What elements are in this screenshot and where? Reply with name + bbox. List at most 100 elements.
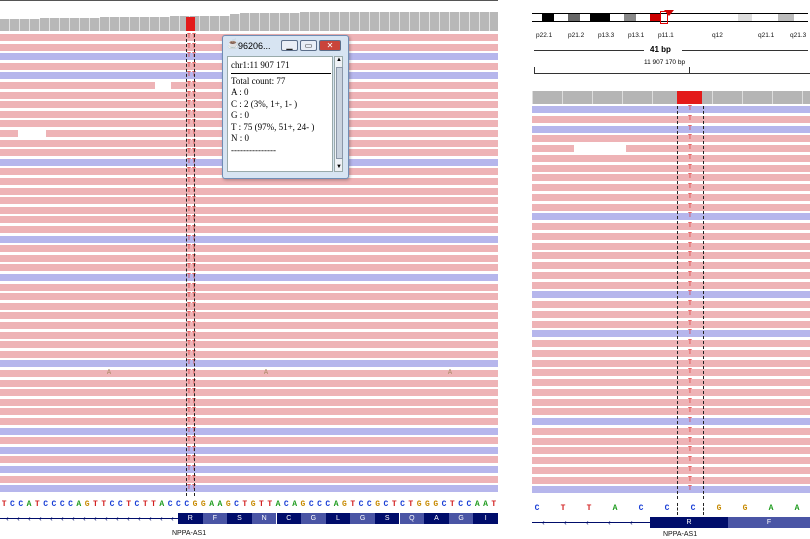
cytoband[interactable]	[542, 13, 554, 22]
read-bar[interactable]	[532, 379, 810, 386]
read-bar[interactable]	[532, 388, 810, 396]
read-bar[interactable]	[532, 262, 810, 269]
read-bar[interactable]	[0, 283, 498, 291]
read-bar[interactable]	[532, 232, 810, 240]
scroll-up-icon[interactable]: ▲	[336, 57, 342, 64]
read-bar[interactable]	[532, 398, 810, 406]
cytoband[interactable]	[752, 13, 778, 22]
cytoband[interactable]	[624, 13, 636, 22]
cytoband[interactable]	[650, 13, 660, 22]
gene-track[interactable]: ‹ ‹ ‹ ‹ ‹ ‹ ‹ ‹ ‹ ‹ ‹ ‹ ‹ ‹ ‹ ‹ R F S N C G L G S Q A G I	[0, 513, 498, 525]
read-bar[interactable]	[0, 341, 498, 349]
read-bar[interactable]	[0, 235, 498, 243]
read-bar[interactable]	[0, 187, 498, 195]
read-bar[interactable]	[0, 312, 498, 320]
read-bar[interactable]	[0, 264, 498, 272]
cytoband[interactable]	[670, 13, 738, 22]
read-bar[interactable]	[532, 330, 810, 338]
coverage-track[interactable]	[0, 0, 498, 33]
read-bar[interactable]	[0, 475, 498, 483]
read-bar[interactable]	[0, 408, 498, 416]
read-bar[interactable]	[532, 447, 810, 455]
cytoband[interactable]	[636, 13, 650, 22]
read-bar[interactable]	[532, 164, 810, 172]
read-bar[interactable]	[532, 223, 810, 230]
read-bar[interactable]	[532, 427, 810, 435]
cytoband[interactable]	[794, 13, 808, 22]
read-bar[interactable]	[532, 301, 810, 308]
cytoband[interactable]	[532, 13, 542, 22]
read-bar[interactable]	[0, 245, 498, 253]
read-bar[interactable]	[0, 322, 498, 329]
read-bar[interactable]	[532, 310, 810, 318]
cytoband[interactable]	[568, 13, 580, 22]
read-bar[interactable]	[0, 226, 498, 233]
read-bar[interactable]	[532, 281, 810, 289]
read-bar[interactable]	[0, 379, 498, 387]
close-button[interactable]: ✕	[319, 40, 341, 51]
coverage-track[interactable]	[532, 91, 810, 106]
read-bar[interactable]	[0, 206, 498, 214]
read-bar[interactable]	[0, 254, 498, 262]
chromosome-ideogram[interactable]: p22.1 p21.2 p13.3 p13.1 p11.1 q12 q21.1 q21.3	[532, 0, 810, 42]
read-bar[interactable]	[532, 106, 810, 113]
read-bar[interactable]	[0, 418, 498, 425]
read-bar[interactable]	[532, 135, 810, 143]
read-bar[interactable]	[0, 427, 498, 435]
read-bar[interactable]	[532, 408, 810, 416]
read-bar[interactable]	[532, 154, 810, 162]
read-bar[interactable]	[0, 456, 498, 464]
read-bar[interactable]	[532, 213, 810, 221]
read-bar[interactable]	[0, 437, 498, 445]
coverage-mismatch-bar[interactable]	[186, 17, 195, 31]
right-alignment-panel[interactable]: p22.1 p21.2 p13.3 p13.1 p11.1 q12 q21.1 q21.3 4…	[532, 0, 810, 539]
read-bar[interactable]	[0, 216, 498, 224]
read-bar[interactable]	[532, 193, 810, 201]
read-bar[interactable]	[532, 174, 810, 182]
read-bar[interactable]	[0, 466, 498, 473]
maximize-button[interactable]: ▭	[300, 40, 317, 51]
read-alignments[interactable]: TTTTTTTTTTTTTTTTTTTTTTTTTTTTTTTTTTTTTTTT	[532, 106, 810, 499]
read-bar[interactable]	[532, 203, 810, 211]
read-bar[interactable]	[0, 398, 498, 406]
coverage-mismatch-bar[interactable]	[677, 91, 702, 104]
read-bar[interactable]	[532, 349, 810, 357]
read-bar[interactable]	[532, 291, 810, 299]
read-bar[interactable]	[0, 485, 498, 493]
read-bar[interactable]	[0, 446, 498, 454]
popup-scrollbar[interactable]: ▲ ▼	[334, 56, 343, 172]
read-bar[interactable]	[532, 271, 810, 279]
read-bar[interactable]	[532, 184, 810, 191]
read-bar[interactable]	[532, 320, 810, 328]
scroll-thumb[interactable]	[336, 67, 343, 159]
cytoband[interactable]	[554, 13, 568, 22]
read-bar[interactable]	[0, 274, 498, 281]
read-bar[interactable]	[532, 466, 810, 474]
read-bar[interactable]	[532, 369, 810, 377]
read-bar[interactable]	[0, 302, 498, 310]
read-bar[interactable]	[532, 359, 810, 367]
read-bar[interactable]	[532, 115, 810, 123]
read-bar[interactable]	[532, 437, 810, 445]
read-bar[interactable]	[0, 360, 498, 368]
read-bar[interactable]	[0, 293, 498, 301]
read-bar[interactable]	[532, 418, 810, 425]
read-bar[interactable]	[532, 252, 810, 260]
cytoband[interactable]	[738, 13, 752, 22]
scroll-down-icon[interactable]: ▼	[336, 164, 342, 171]
read-bar[interactable]	[532, 476, 810, 484]
cytoband[interactable]	[610, 13, 624, 22]
read-bar[interactable]	[532, 340, 810, 347]
base-info-popup[interactable]: ☕ 96206... ▁ ▭ ✕ chr1:11 907 171 Total c…	[222, 35, 349, 179]
minimize-button[interactable]: ▁	[281, 40, 298, 51]
read-bar[interactable]	[0, 389, 498, 397]
read-bar[interactable]	[532, 486, 810, 494]
cytoband[interactable]	[580, 13, 590, 22]
read-bar[interactable]	[532, 242, 810, 250]
gene-track[interactable]: ‹ ‹ ‹ ‹ ‹ R F	[532, 517, 810, 529]
read-bar[interactable]	[0, 331, 498, 339]
cytoband[interactable]	[778, 13, 794, 22]
read-bar[interactable]	[0, 197, 498, 205]
read-bar[interactable]	[532, 457, 810, 464]
cytoband[interactable]	[590, 13, 610, 22]
